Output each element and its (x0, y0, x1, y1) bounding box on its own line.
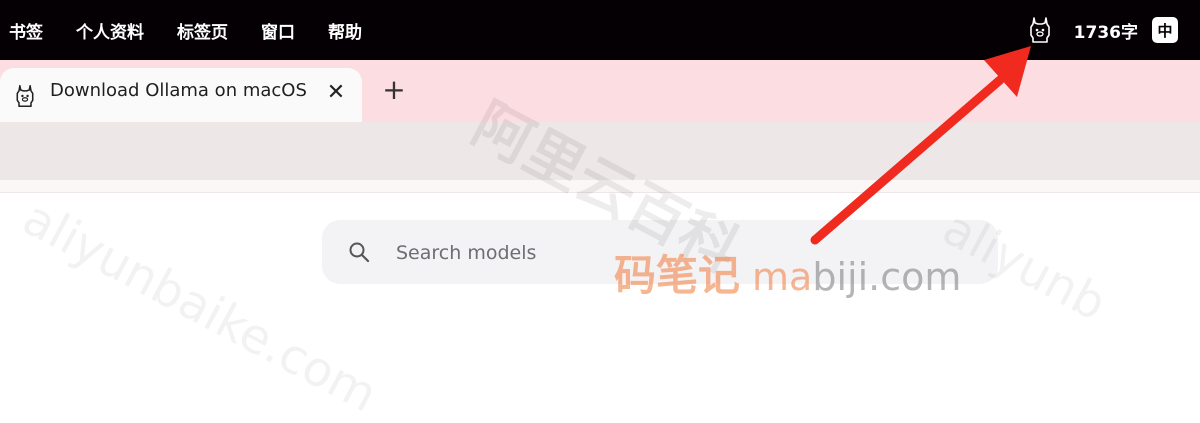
input-method-badge[interactable]: 中 (1152, 17, 1178, 43)
tab-title: Download Ollama on macOS (50, 80, 307, 101)
tab-strip: Download Ollama on macOS ✕ + (0, 60, 1200, 122)
tab-download-ollama[interactable]: Download Ollama on macOS ✕ (0, 68, 362, 122)
search-icon (349, 242, 370, 263)
new-tab-button[interactable]: + (380, 76, 408, 105)
menu-tabs[interactable]: 标签页 (177, 18, 228, 43)
search-input[interactable] (394, 228, 958, 278)
toolbar-divider (0, 180, 1200, 193)
search-box[interactable] (322, 220, 998, 284)
browser-toolbar (0, 122, 1200, 180)
word-count-indicator[interactable]: 1736字 (1074, 18, 1138, 43)
menu-bar: 书签 个人资料 标签页 窗口 帮助 1736字 中 (0, 0, 1200, 60)
close-icon[interactable]: ✕ (325, 82, 347, 104)
menu-bookmarks[interactable]: 书签 (9, 18, 43, 43)
ollama-llama-icon[interactable] (1028, 16, 1052, 44)
page-content (0, 193, 1200, 412)
ollama-llama-icon (16, 84, 34, 108)
menu-window[interactable]: 窗口 (261, 18, 295, 43)
menubar-status-area: 1736字 中 (1028, 0, 1200, 60)
menu-profiles[interactable]: 个人资料 (76, 18, 144, 43)
menu-help[interactable]: 帮助 (328, 18, 362, 43)
